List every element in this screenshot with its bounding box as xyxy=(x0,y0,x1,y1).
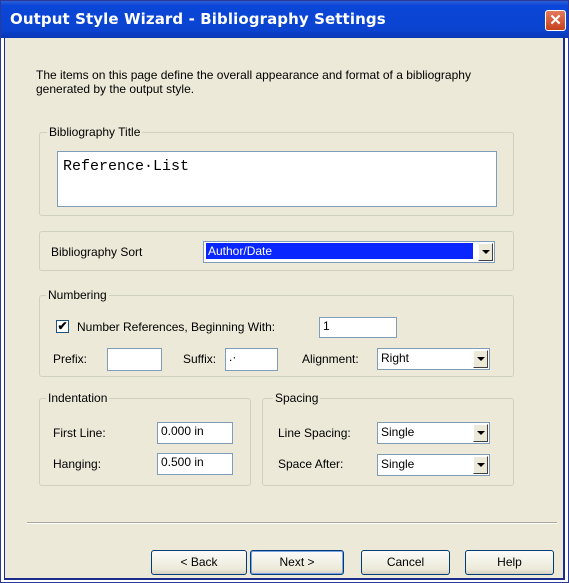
suffix-label: Suffix: xyxy=(183,352,217,366)
alignment-select[interactable]: Right xyxy=(377,348,490,370)
chevron-down-icon[interactable] xyxy=(473,350,488,368)
bibliography-sort-group: Bibliography Sort Author/Date xyxy=(39,231,514,271)
bibliography-title-legend: Bibliography Title xyxy=(47,125,143,139)
numbering-legend: Numbering xyxy=(46,288,109,302)
first-line-input[interactable]: 0.000 in xyxy=(157,422,233,444)
intro-text: The items on this page define the overal… xyxy=(36,68,471,96)
numbering-group: Numbering ✔ Number References, Beginning… xyxy=(39,288,514,377)
spacing-group: Spacing Line Spacing: Single Space After… xyxy=(262,391,514,486)
bibliography-sort-select[interactable]: Author/Date xyxy=(203,241,495,263)
dialog-content: The items on this page define the overal… xyxy=(4,38,565,580)
next-button[interactable]: Next > xyxy=(250,550,344,575)
first-line-label: First Line: xyxy=(53,426,106,440)
spacing-legend: Spacing xyxy=(273,391,321,405)
title-bar[interactable]: Output Style Wizard - Bibliography Setti… xyxy=(1,1,568,38)
bibliography-title-input[interactable]: Reference·List xyxy=(57,151,497,207)
space-after-label: Space After: xyxy=(278,457,344,471)
space-after-value: Single xyxy=(381,457,415,471)
bibliography-sort-label: Bibliography Sort xyxy=(51,245,143,259)
window-title: Output Style Wizard - Bibliography Setti… xyxy=(10,10,386,28)
line-spacing-label: Line Spacing: xyxy=(278,426,351,440)
footer-divider xyxy=(27,522,557,524)
hanging-label: Hanging: xyxy=(53,457,102,471)
prefix-label: Prefix: xyxy=(53,352,88,366)
bibliography-title-group: Bibliography Title Reference·List xyxy=(39,125,514,216)
number-references-checkbox[interactable]: ✔ xyxy=(56,320,69,333)
indentation-group: Indentation First Line: 0.000 in Hanging… xyxy=(39,391,251,486)
number-references-label: Number References, Beginning With: xyxy=(77,320,276,334)
chevron-down-icon[interactable] xyxy=(478,243,493,261)
dialog-window: Output Style Wizard - Bibliography Setti… xyxy=(0,0,569,583)
line-spacing-value: Single xyxy=(381,425,415,439)
prefix-input[interactable] xyxy=(107,348,162,371)
space-after-select[interactable]: Single xyxy=(377,454,490,476)
alignment-value: Right xyxy=(381,351,410,365)
begin-with-input[interactable]: 1 xyxy=(319,317,397,338)
back-button[interactable]: < Back xyxy=(151,550,247,575)
alignment-label: Alignment: xyxy=(302,352,359,366)
help-button[interactable]: Help xyxy=(465,550,554,575)
line-spacing-select[interactable]: Single xyxy=(377,422,490,444)
cancel-button[interactable]: Cancel xyxy=(361,550,450,575)
close-icon[interactable]: ✕ xyxy=(545,10,566,31)
chevron-down-icon[interactable] xyxy=(473,424,488,442)
hanging-input[interactable]: 0.500 in xyxy=(157,453,233,475)
bibliography-sort-value: Author/Date xyxy=(206,243,473,259)
chevron-down-icon[interactable] xyxy=(473,456,488,474)
indentation-legend: Indentation xyxy=(46,391,110,405)
suffix-input[interactable]: .· xyxy=(225,348,278,371)
